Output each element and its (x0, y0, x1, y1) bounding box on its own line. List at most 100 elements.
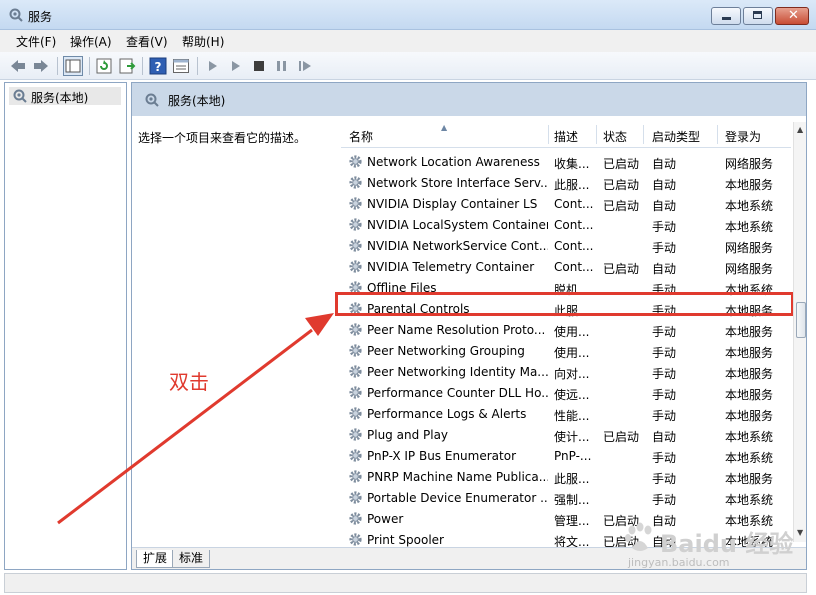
service-name: Performance Counter DLL Ho... (367, 386, 548, 400)
table-row[interactable]: Performance Logs & Alerts 性能... 手动 本地服务 (341, 403, 791, 424)
description-text: 选择一个项目来查看它的描述。 (138, 131, 307, 145)
service-startup-type: 手动 (652, 493, 677, 507)
toolbar-separator (197, 57, 198, 75)
service-startup-type: 自动 (652, 430, 677, 444)
service-startup-type: 自动 (652, 157, 677, 171)
column-header-status[interactable]: 状态 (603, 128, 627, 145)
service-log-on-as: 本地服务 (725, 325, 774, 339)
gear-icon (349, 218, 362, 231)
menu-action[interactable]: 操作(A) (70, 33, 112, 50)
stop-service-icon[interactable] (250, 57, 268, 75)
vertical-scrollbar[interactable]: ▲ ▼ (793, 122, 806, 542)
window-title: 服务 (28, 10, 53, 24)
scroll-up-icon[interactable]: ▲ (797, 125, 803, 134)
gear-icon (349, 176, 362, 189)
table-row[interactable]: PnP-X IP Bus Enumerator PnP-... 手动 本地系统 (341, 445, 791, 466)
table-row[interactable]: Performance Counter DLL Ho... 使远... 手动 本地服务 (341, 382, 791, 403)
service-name: NVIDIA LocalSystem Container (367, 218, 548, 232)
table-row[interactable]: NVIDIA NetworkService Cont... Cont... 手动 网络… (341, 235, 791, 256)
table-row[interactable]: Peer Name Resolution Proto... 使用... 手动 本地服务 (341, 319, 791, 340)
service-name: PNRP Machine Name Publica... (367, 470, 548, 484)
tab-standard[interactable]: 标准 (172, 550, 211, 568)
column-header-startup-type[interactable]: 启动类型 (652, 128, 700, 145)
service-name: PnP-X IP Bus Enumerator (367, 449, 516, 463)
service-startup-type: 手动 (652, 220, 677, 234)
service-log-on-as: 本地系统 (725, 220, 774, 234)
column-header-description[interactable]: 描述 (554, 128, 578, 145)
service-log-on-as: 本地服务 (725, 367, 774, 381)
start-service-icon[interactable] (204, 57, 222, 75)
help-icon[interactable]: ? (149, 57, 167, 75)
services-icon (13, 89, 27, 103)
close-button[interactable]: ✕ (775, 7, 809, 25)
maximize-button[interactable] (743, 7, 773, 25)
table-row[interactable]: Peer Networking Identity Ma... 向对... 手动 本地服… (341, 361, 791, 382)
service-name: NVIDIA Display Container LS (367, 197, 538, 211)
table-row[interactable]: Network Store Interface Serv... 此服... 已启动自… (341, 172, 791, 193)
table-row[interactable]: PNRP Machine Name Publica... 此服... 手动 本地服务 (341, 466, 791, 487)
close-icon: ✕ (788, 8, 799, 23)
scroll-thumb[interactable] (796, 302, 806, 338)
pane-header: 服务(本地) (132, 83, 806, 116)
table-row[interactable]: Peer Networking Grouping 使用... 手动 本地服务 (341, 340, 791, 361)
service-log-on-as: 本地服务 (725, 388, 774, 402)
menu-help[interactable]: 帮助(H) (182, 33, 224, 50)
service-log-on-as: 网络服务 (725, 241, 774, 255)
export-list-icon[interactable] (118, 57, 136, 75)
service-description: 此服... (554, 178, 590, 192)
table-row[interactable]: Portable Device Enumerator ... 强制... 手动 本地系… (341, 487, 791, 508)
menu-file[interactable]: 文件(F) (16, 33, 56, 50)
service-startup-type: 自动 (652, 199, 677, 213)
minimize-button[interactable] (711, 7, 741, 25)
restart-service-icon[interactable] (296, 57, 314, 75)
properties-icon[interactable] (172, 57, 190, 75)
service-description: 使用... (554, 346, 590, 360)
toolbar-separator (57, 57, 58, 75)
tab-extended[interactable]: 扩展 (136, 550, 175, 568)
gear-icon (349, 449, 362, 462)
column-divider[interactable] (717, 125, 718, 144)
service-status: 已启动 (603, 430, 640, 444)
table-row[interactable]: Network Location Awareness 收集... 已启动 自动 网络服务 (341, 151, 791, 172)
back-icon[interactable] (9, 57, 27, 75)
tree-node-services-local[interactable]: 服务(本地) (9, 87, 121, 105)
column-header-log-on-as[interactable]: 登录为 (725, 128, 761, 145)
column-divider[interactable] (596, 125, 597, 144)
service-name: Plug and Play (367, 428, 449, 442)
service-log-on-as: 本地系统 (725, 493, 774, 507)
service-startup-type: 手动 (652, 241, 677, 255)
console-tree-icon[interactable] (63, 56, 83, 76)
menu-view[interactable]: 查看(V) (126, 33, 168, 50)
service-description: 使远... (554, 388, 590, 402)
service-description: 强制... (554, 493, 590, 507)
table-row[interactable]: Plug and Play 使计... 已启动 自动 本地系统 (341, 424, 791, 445)
forward-icon[interactable] (32, 57, 50, 75)
column-divider[interactable] (548, 125, 549, 144)
column-header-name[interactable]: 名称 (349, 128, 373, 145)
gear-icon (349, 155, 362, 168)
toolbar-separator (89, 57, 90, 75)
toolbar-separator (142, 57, 143, 75)
service-startup-type: 手动 (652, 472, 677, 486)
pause-service-icon[interactable] (273, 57, 291, 75)
service-startup-type: 手动 (652, 367, 677, 381)
watermark-brand: Baidu 经验 (660, 530, 794, 558)
service-startup-type: 自动 (652, 262, 677, 276)
gear-icon (349, 197, 362, 210)
table-row[interactable]: NVIDIA LocalSystem Container Cont... 手动 本地系… (341, 214, 791, 235)
service-status: 已启动 (603, 262, 640, 276)
annotation-double-click: 双击 (169, 370, 209, 394)
services-icon (9, 8, 23, 22)
table-row[interactable]: NVIDIA Display Container LS Cont... 已启动 自动 本… (341, 193, 791, 214)
start-icon[interactable] (227, 57, 245, 75)
table-row[interactable]: NVIDIA Telemetry Container Cont... 已启动 自动 网络… (341, 256, 791, 277)
service-description: PnP-... (554, 449, 592, 463)
service-description: 性能... (554, 409, 590, 423)
column-headers: ▲ 名称 描述 状态 启动类型 登录为 (341, 122, 791, 148)
service-description: 向对... (554, 367, 590, 381)
title-bar: 服务 ✕ (0, 0, 816, 30)
service-log-on-as: 本地系统 (725, 199, 774, 213)
service-status: 已启动 (603, 178, 640, 192)
refresh-icon[interactable] (95, 57, 113, 75)
column-divider[interactable] (643, 125, 644, 144)
